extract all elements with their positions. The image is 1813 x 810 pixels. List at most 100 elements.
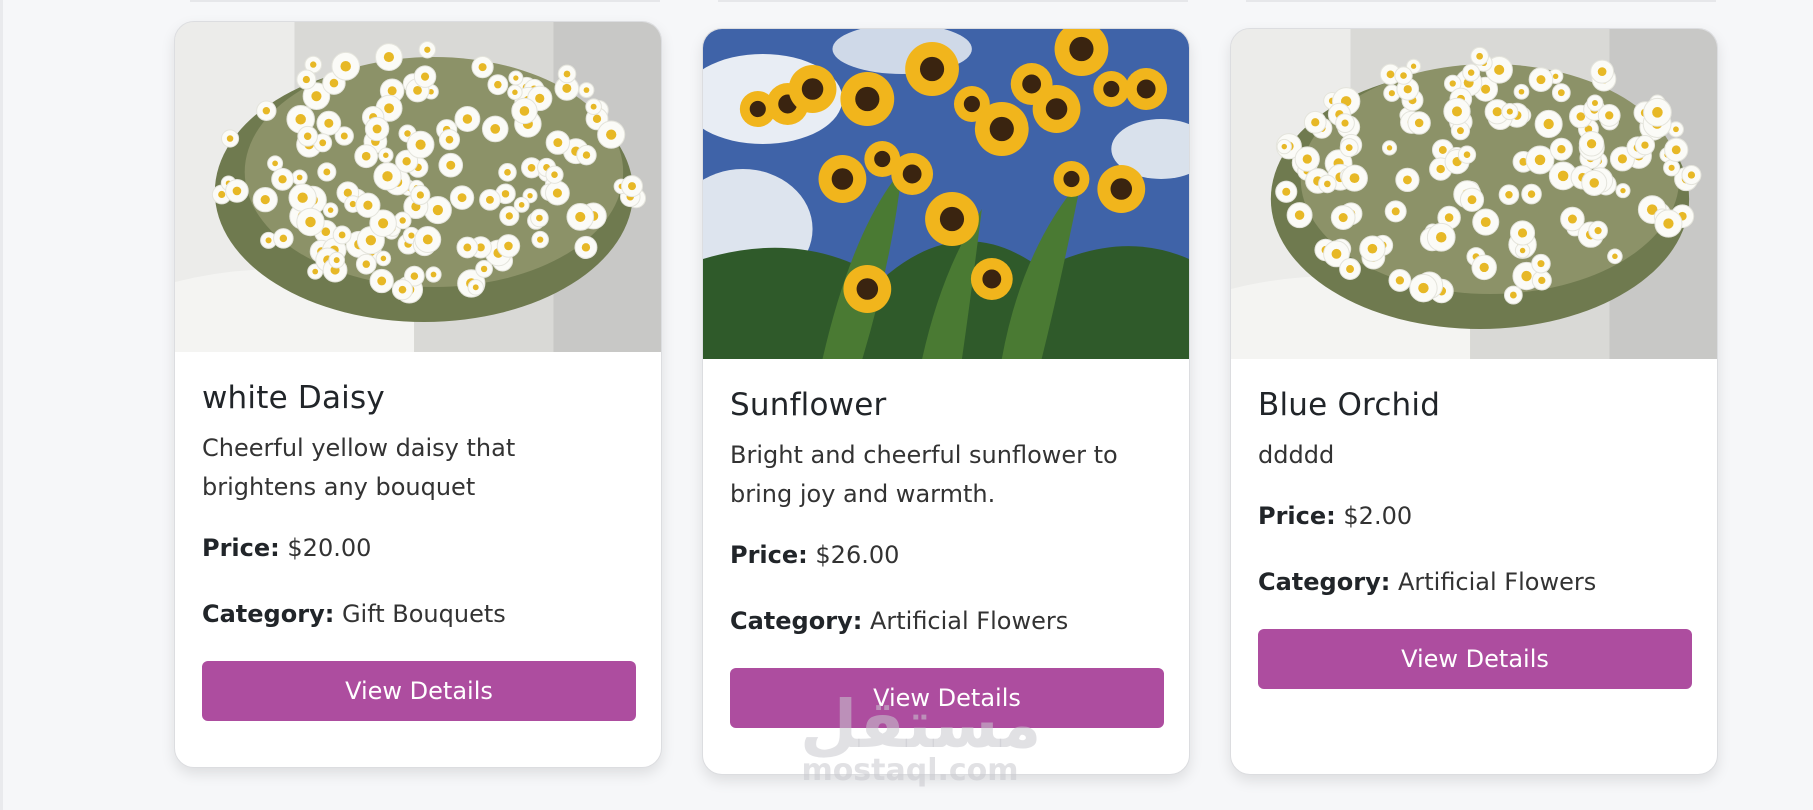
daisy-center [1395,276,1405,285]
daisy-center [329,78,339,88]
sunflower-center [1063,170,1080,188]
daisy-center [1538,276,1546,285]
product-card-blue-orchid: Blue Orchid ddddd Price: $2.00 Category:… [1230,28,1718,775]
daisy-center [377,276,387,286]
daisy-center [581,243,591,252]
daisy-center [1543,118,1554,130]
sunflower-center [1110,178,1133,200]
sunflower-center [963,95,980,113]
daisy-center [480,265,488,273]
daisy-center [1294,210,1305,220]
daisy-center [402,157,411,166]
category-label: Category: [730,607,863,636]
price-label: Price: [1258,502,1336,531]
daisy-center [592,114,602,124]
daisy-center [349,200,357,208]
daisy-center [1594,227,1602,235]
daisy-bouquet-image [175,22,661,352]
daisy-center [387,86,397,96]
daisy-center [1386,145,1393,151]
daisy-center [1519,247,1526,254]
previous-card-edge [718,0,1188,2]
daisy-center [338,231,346,239]
product-card-sunflower: Sunflower Bright and cheerful sunflower … [702,28,1190,775]
daisy-center [1467,195,1477,205]
daisy-center [232,186,242,196]
daisy-center [1403,85,1412,94]
daisy-center [1311,118,1320,127]
page-edge-divider [0,0,3,810]
daisy-center [265,237,272,244]
daisy-center [486,195,494,204]
daisy-center [415,139,426,150]
view-details-button[interactable]: View Details [730,668,1164,729]
daisy-center [382,171,393,182]
daisy-center [552,188,562,198]
daisy-center [262,107,271,115]
daisy-center [1414,118,1424,128]
product-card-white-daisy: white Daisy Cheerful yellow daisy that b… [174,21,662,768]
view-details-button[interactable]: View Details [202,661,636,722]
sunflower-center [989,116,1014,142]
daisy-center [218,190,226,199]
daisy-center [1567,214,1577,224]
price-value: $2.00 [1343,502,1413,531]
daisy-center [1652,107,1663,118]
daisy-center [582,151,591,159]
sunflower-center [902,164,922,184]
daisy-center [278,175,287,184]
daisy-center [310,61,317,68]
daisy-center [1438,146,1447,154]
sunflower-center [919,56,945,82]
product-title: Blue Orchid [1258,387,1441,423]
daisy-center [324,118,334,128]
daisy-center [535,93,545,103]
product-price: Price: $20.00 [202,529,634,568]
daisy-center [1620,187,1626,194]
daisy-center [1444,213,1454,222]
daisy-center [226,135,234,142]
daisy-center [562,83,572,93]
daisy-center [527,193,533,199]
daisy-center [1505,190,1513,199]
daisy-center [457,193,467,203]
daisy-center [1617,154,1627,164]
daisy-center [430,271,437,278]
daisy-center [1557,145,1566,154]
daisy-center [432,204,444,216]
daisy-center [504,168,511,176]
daisy-center [1557,89,1565,97]
daisy-center [1492,107,1502,117]
product-image-sunflower [703,29,1189,359]
daisy-center [1456,127,1464,135]
price-value: $26.00 [815,541,900,570]
product-description: Cheerful yellow daisy that brightens any… [202,434,516,502]
daisy-center [1302,154,1312,164]
daisy-center [463,243,472,252]
sunflower-center [874,150,891,168]
daisy-center [1612,253,1618,260]
daisy-center [1281,143,1287,150]
sunflower-center [855,86,880,112]
daisy-center [1591,99,1598,107]
product-description: Bright and cheerful sunflower to bring j… [730,441,1118,509]
product-title: Sunflower [730,387,887,423]
daisy-center [323,168,331,176]
daisy-center [383,152,389,158]
daisy-center [1673,126,1679,133]
daisy-center [1537,260,1545,268]
daisy-center [422,234,433,245]
daisy-center [628,182,636,191]
daisy-center [1517,228,1528,238]
daisy-center [1410,63,1417,69]
daisy-center [1557,170,1569,182]
daisy-center [490,124,501,134]
product-price: Price: $26.00 [730,536,1162,575]
sunflower-image [703,29,1189,359]
daisy-center [1435,231,1447,243]
daisy-center [1349,173,1360,184]
sunflower-center [1069,36,1094,62]
daisy-center [327,207,334,213]
category-value: Artificial Flowers [1397,568,1597,597]
view-details-button[interactable]: View Details [1258,629,1692,690]
